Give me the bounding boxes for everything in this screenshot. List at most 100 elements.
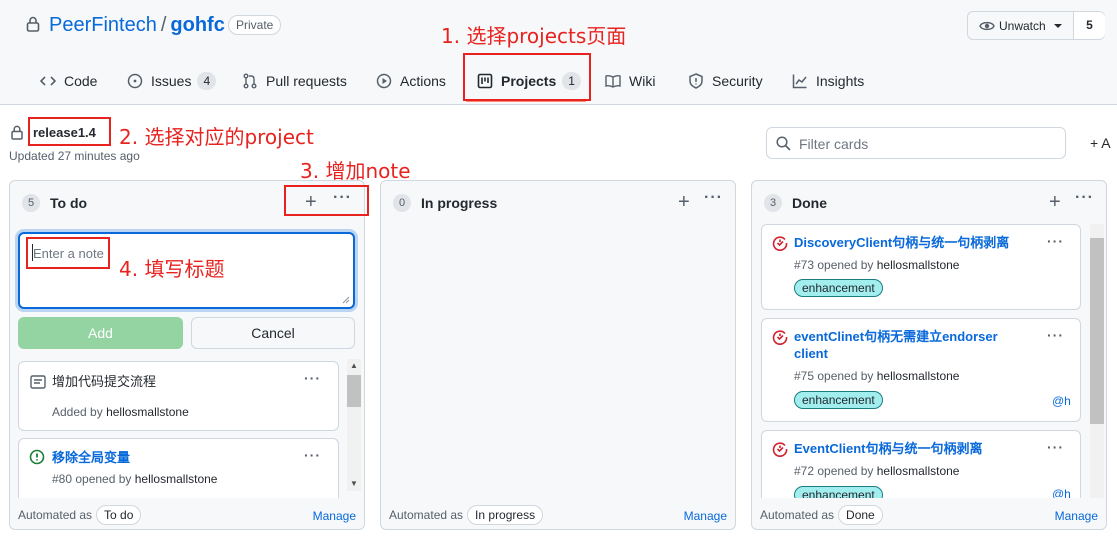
column-menu-icon[interactable]: ··· [1075,189,1094,207]
tab-issues[interactable]: Issues 4 [127,70,217,92]
add-card-plus-icon[interactable]: + [678,191,690,214]
assignee-mention[interactable]: @h [1052,487,1071,498]
unwatch-button[interactable]: Unwatch 5 [967,11,1105,40]
tab-label: Actions [400,73,446,89]
card-author[interactable]: hellosmallstone [877,464,960,478]
column-in-progress: 0 In progress + ··· Automated as In progr… [380,180,736,530]
card-meta-prefix: #73 opened by [794,258,874,272]
column-done: 3 Done + ··· DiscoveryClient句柄与统一句柄剥离 ··… [751,180,1107,530]
note-icon [30,375,46,389]
tab-label: Wiki [629,73,656,89]
tab-code[interactable]: Code [40,70,97,92]
manage-automation-link[interactable]: Manage [1055,509,1098,523]
card-title[interactable]: DiscoveryClient句柄与统一句柄剥离 [794,234,1009,251]
column-count: 5 [22,194,40,212]
watchers-count[interactable]: 5 [1074,12,1105,39]
issue-opened-icon [127,73,143,89]
card-menu-icon[interactable]: ··· [1047,327,1064,343]
card-issue[interactable]: DiscoveryClient句柄与统一句柄剥离 ··· #73 opened … [761,224,1081,310]
label-badge[interactable]: enhancement [794,391,883,409]
cancel-note-button[interactable]: Cancel [191,317,355,349]
scroll-down-icon[interactable]: ▼ [347,477,361,491]
scroll-up-icon[interactable]: ▲ [347,359,361,373]
manage-automation-link[interactable]: Manage [313,509,356,523]
card-menu-icon[interactable]: ··· [304,447,321,463]
add-note-button[interactable]: Add [18,317,183,349]
card-author[interactable]: hellosmallstone [877,369,960,383]
automation-preset-pill: In progress [467,505,544,525]
column-footer: Automated as In progress Manage [381,499,735,529]
tab-insights[interactable]: Insights [792,70,864,92]
card-title[interactable]: EventClient句柄与统一句柄剥离 [794,440,983,457]
automation-info: Automated as To do [18,505,142,525]
column-title: To do [50,195,88,211]
annotation-box-note-title [26,237,110,269]
resize-handle-icon[interactable] [342,296,350,304]
add-card-plus-icon[interactable]: + [1049,191,1061,214]
tab-wiki[interactable]: Wiki [605,70,655,92]
card-meta: #73 opened by hellosmallstone [794,258,959,272]
scrollbar-thumb[interactable] [347,375,361,407]
tab-label: Security [712,73,763,89]
label-badge[interactable]: enhancement [794,279,883,297]
issue-closed-icon [772,330,788,345]
tab-label: Insights [816,73,865,89]
card-meta: #80 opened by hellosmallstone [52,472,217,486]
annotation-step4: 4. 填写标题 [119,257,225,281]
card-menu-icon[interactable]: ··· [304,370,321,386]
repo-name-link[interactable]: gohfc [170,14,224,36]
automation-preset-pill: Done [838,505,883,525]
column-title: Done [792,195,827,211]
repo-separator: / [160,14,167,36]
column-title: In progress [421,195,498,211]
column-menu-icon[interactable]: ··· [704,189,723,207]
card-issue[interactable]: EventClient句柄与统一句柄剥离 ··· #72 opened by h… [761,430,1081,498]
graph-icon [792,74,807,89]
tab-label: Issues [151,73,192,89]
card-author[interactable]: hellosmallstone [106,405,189,419]
card-author[interactable]: hellosmallstone [877,258,960,272]
visibility-badge: Private [228,15,282,35]
card-title[interactable]: eventClinet句柄无需建立endorser client [794,328,1024,362]
search-icon [776,136,791,151]
filter-cards-input[interactable]: Filter cards [766,127,1066,159]
column-count: 3 [764,194,782,212]
annotation-step1: 1. 选择projects页面 [441,24,627,48]
card-title[interactable]: 移除全局变量 [52,449,130,466]
manage-automation-link[interactable]: Manage [684,509,727,523]
add-column-button[interactable]: + A [1090,135,1111,151]
lock-icon [11,125,23,140]
card-menu-icon[interactable]: ··· [1047,439,1064,455]
column-count: 0 [393,194,411,212]
assignee-mention[interactable]: @h [1052,394,1071,408]
card-note[interactable]: 增加代码提交流程 ··· Added by hellosmallstone [18,361,339,431]
card-meta-prefix: #72 opened by [794,464,874,478]
scrollbar-thumb[interactable] [1090,238,1104,424]
card-title: 增加代码提交流程 [52,374,157,389]
issue-closed-icon [772,236,788,251]
repo-owner-link[interactable]: PeerFintech [49,14,157,36]
card-issue[interactable]: 移除全局变量 ··· #80 opened by hellosmallstone [18,438,339,498]
card-meta-prefix: #80 opened by [52,472,132,486]
annotation-box-project [28,117,111,146]
automated-label: Automated as [18,508,93,522]
annotation-box-add-note [284,185,369,216]
code-icon [40,76,56,86]
tab-pull-requests[interactable]: Pull requests [242,70,347,92]
automation-info: Automated as Done [760,505,883,525]
label-badge[interactable]: enhancement [794,486,883,498]
card-meta: #72 opened by hellosmallstone [794,464,959,478]
shield-icon [689,73,703,89]
tab-security[interactable]: Security [688,70,763,92]
tab-actions[interactable]: Actions [376,70,446,92]
card-menu-icon[interactable]: ··· [1047,233,1064,249]
issue-closed-icon [772,442,788,457]
card-author[interactable]: hellosmallstone [135,472,218,486]
annotation-box-projects [463,53,591,101]
tab-label: Pull requests [266,73,347,89]
card-issue[interactable]: eventClinet句柄无需建立endorser client ··· #75… [761,318,1081,422]
project-updated-time: Updated 27 minutes ago [9,149,140,163]
automation-preset-pill: To do [96,505,142,525]
card-meta: #75 opened by hellosmallstone [794,369,959,383]
tab-label: Code [64,73,98,89]
